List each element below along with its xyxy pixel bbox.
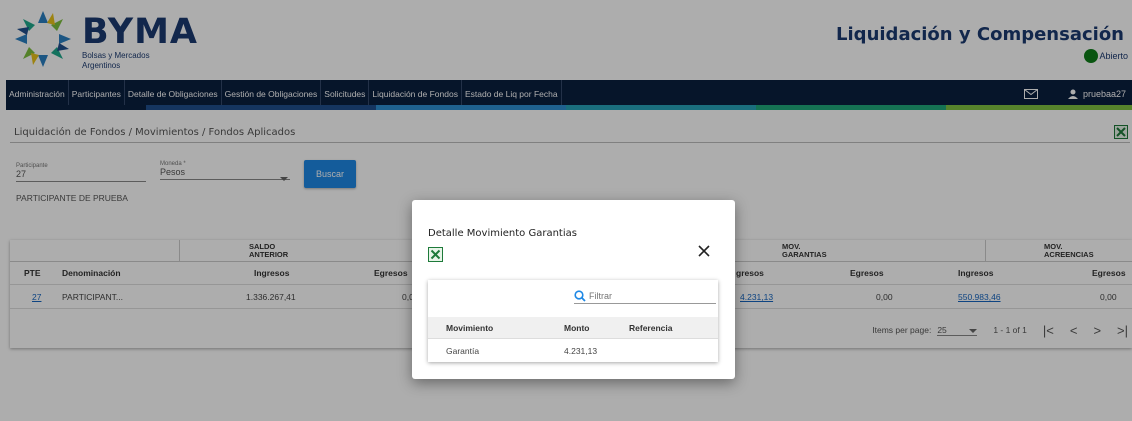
- close-icon[interactable]: [697, 244, 711, 258]
- detalle-movimiento-dialog: Detalle Movimiento Garantias Movimiento …: [412, 200, 735, 379]
- excel-icon[interactable]: [428, 247, 443, 262]
- cell-movimiento: Garantía: [446, 346, 480, 356]
- cell-monto: 4.231,13: [564, 346, 598, 356]
- dialog-table-header: Movimiento Monto Referencia: [428, 317, 718, 339]
- dialog-table: Movimiento Monto Referencia Garantía 4.2…: [428, 280, 718, 362]
- search-icon: [574, 289, 586, 302]
- filter-input[interactable]: [589, 290, 699, 301]
- filter-field[interactable]: [574, 288, 716, 304]
- col-movimiento[interactable]: Movimiento: [446, 323, 493, 333]
- dialog-title: Detalle Movimiento Garantias: [428, 228, 577, 239]
- col-monto[interactable]: Monto: [564, 323, 590, 333]
- col-referencia[interactable]: Referencia: [629, 323, 672, 333]
